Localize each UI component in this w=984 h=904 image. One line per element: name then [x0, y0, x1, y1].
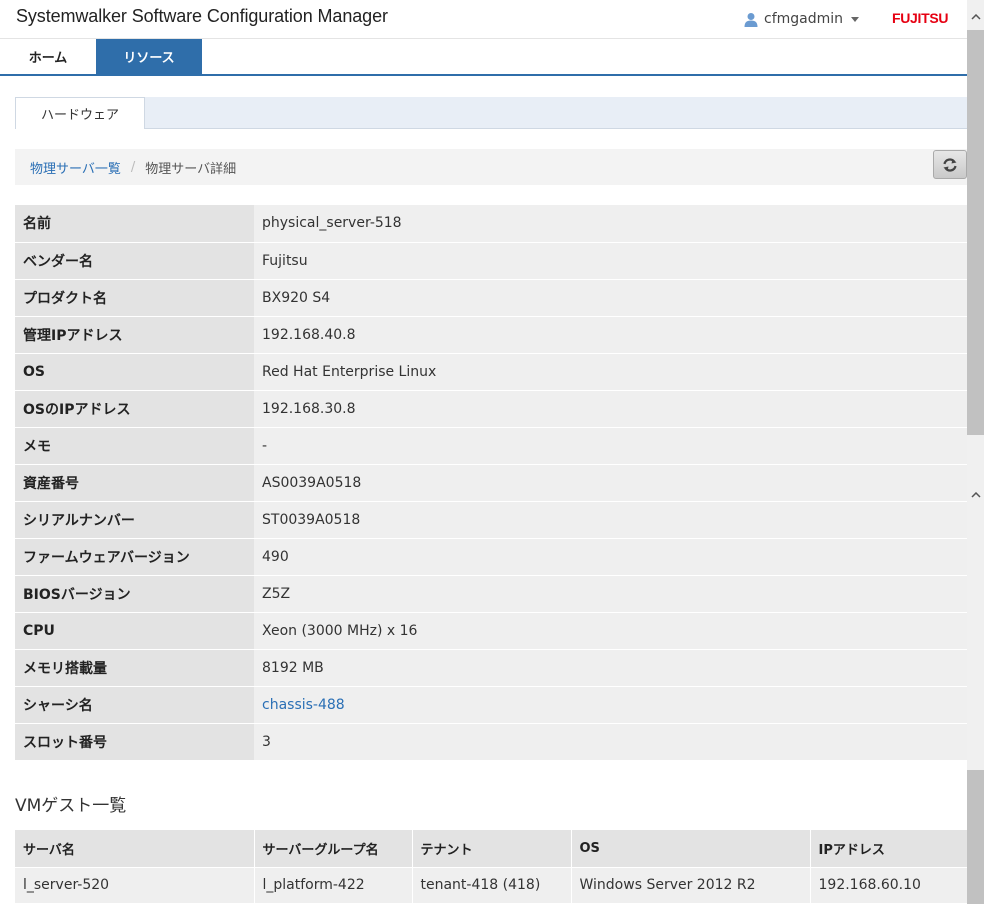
- detail-label: BIOSバージョン: [15, 575, 254, 613]
- detail-row: OS Red Hat Enterprise Linux: [15, 353, 967, 391]
- detail-label: シャーシ名: [15, 686, 254, 724]
- detail-value: -: [254, 427, 967, 465]
- detail-label: プロダクト名: [15, 279, 254, 317]
- fujitsu-logo: FUJITSU: [892, 10, 949, 26]
- vm-table-cell: l_server-520: [15, 866, 255, 903]
- detail-row: プロダクト名 BX920 S4: [15, 279, 967, 317]
- app-header: Systemwalker Software Configuration Mana…: [0, 0, 967, 39]
- scroll-up-button-inner[interactable]: [967, 487, 984, 503]
- detail-label: 管理IPアドレス: [15, 316, 254, 354]
- user-menu[interactable]: cfmgadmin: [744, 10, 865, 28]
- vm-table-header: サーバ名 サーバーグループ名 テナント OS IPアドレス: [15, 830, 968, 867]
- vm-table-cell: l_platform-422: [254, 866, 413, 903]
- detail-value: 3: [254, 723, 967, 761]
- server-detail-table: 名前 physical_server-518 ベンダー名 Fujitsu プロダクト名 B…: [15, 205, 967, 761]
- user-icon: [744, 12, 758, 27]
- detail-value: Red Hat Enterprise Linux: [254, 353, 967, 391]
- breadcrumb-separator: /: [130, 159, 136, 175]
- subtab-bar: ハードウェア: [15, 97, 967, 129]
- breadcrumb-physical-server-list[interactable]: 物理サーバ一覧: [30, 158, 121, 177]
- detail-row: メモリ搭載量 8192 MB: [15, 649, 967, 687]
- vm-table-cell: tenant-418 (418): [412, 866, 572, 903]
- detail-value: chassis-488: [254, 686, 967, 724]
- detail-label: ベンダー名: [15, 242, 254, 280]
- detail-label: 名前: [15, 205, 254, 243]
- caret-down-icon: [851, 16, 860, 22]
- detail-value: AS0039A0518: [254, 464, 967, 502]
- username: cfmgadmin: [764, 11, 844, 27]
- scrollbar-thumb[interactable]: [967, 30, 984, 435]
- detail-value: 192.168.30.8: [254, 390, 967, 428]
- detail-label: 資産番号: [15, 464, 254, 502]
- chassis-link[interactable]: chassis-488: [262, 697, 345, 713]
- detail-label: メモリ搭載量: [15, 649, 254, 687]
- detail-row: BIOSバージョン Z5Z: [15, 575, 967, 613]
- detail-row: 名前 physical_server-518: [15, 205, 967, 243]
- breadcrumb: 物理サーバ一覧 / 物理サーバ詳細: [15, 149, 967, 185]
- detail-row: シリアルナンバー ST0039A0518: [15, 501, 967, 539]
- detail-row: CPU Xeon (3000 MHz) x 16: [15, 612, 967, 650]
- tab-home[interactable]: ホーム: [0, 39, 96, 74]
- tab-hardware[interactable]: ハードウェア: [15, 97, 145, 129]
- vm-guest-table: サーバ名 サーバーグループ名 テナント OS IPアドレス l_server-520 l_…: [15, 830, 968, 903]
- refresh-icon: [943, 157, 957, 172]
- detail-value: Fujitsu: [254, 242, 967, 280]
- detail-value: physical_server-518: [254, 205, 967, 243]
- vm-column-header[interactable]: サーバーグループ名: [254, 830, 413, 867]
- page-root: Systemwalker Software Configuration Mana…: [0, 0, 984, 904]
- detail-label: メモ: [15, 427, 254, 465]
- detail-label: OS: [15, 353, 254, 391]
- detail-value: 192.168.40.8: [254, 316, 967, 354]
- detail-value: Xeon (3000 MHz) x 16: [254, 612, 967, 650]
- refresh-button[interactable]: [933, 150, 967, 179]
- chevron-up-icon: [970, 14, 981, 20]
- detail-label: シリアルナンバー: [15, 501, 254, 539]
- detail-value: BX920 S4: [254, 279, 967, 317]
- detail-row: 資産番号 AS0039A0518: [15, 464, 967, 502]
- detail-row: 管理IPアドレス 192.168.40.8: [15, 316, 967, 354]
- app-title: Systemwalker Software Configuration Mana…: [16, 6, 388, 26]
- vm-column-header[interactable]: テナント: [412, 830, 572, 867]
- detail-label: スロット番号: [15, 723, 254, 761]
- vm-column-header[interactable]: サーバ名: [15, 830, 255, 867]
- detail-value: 490: [254, 538, 967, 576]
- chevron-up-icon: [970, 492, 981, 498]
- detail-row: ファームウェアバージョン 490: [15, 538, 967, 576]
- detail-value: Z5Z: [254, 575, 967, 613]
- detail-label: CPU: [15, 612, 254, 650]
- scroll-up-button[interactable]: [967, 9, 984, 25]
- scrollbar-thumb-inner[interactable]: [967, 770, 984, 904]
- vm-column-header[interactable]: OS: [571, 830, 811, 867]
- detail-row: スロット番号 3: [15, 723, 967, 761]
- detail-label: OSのIPアドレス: [15, 390, 254, 428]
- detail-label: ファームウェアバージョン: [15, 538, 254, 576]
- detail-value: ST0039A0518: [254, 501, 967, 539]
- detail-row: メモ -: [15, 427, 967, 465]
- detail-row: シャーシ名 chassis-488: [15, 686, 967, 724]
- tab-resource[interactable]: リソース: [96, 39, 202, 74]
- vm-table-cell: Windows Server 2012 R2: [571, 866, 811, 903]
- breadcrumb-current: 物理サーバ詳細: [145, 161, 237, 177]
- vm-table-cell: 192.168.60.10: [810, 866, 968, 903]
- detail-row: ベンダー名 Fujitsu: [15, 242, 967, 280]
- detail-row: OSのIPアドレス 192.168.30.8: [15, 390, 967, 428]
- main-nav: ホーム リソース: [0, 39, 967, 76]
- detail-value: 8192 MB: [254, 649, 967, 687]
- vm-table-row[interactable]: l_server-520 l_platform-422 tenant-418 (41…: [15, 866, 968, 903]
- vm-guest-list-title: VMゲスト一覧: [15, 796, 127, 816]
- vm-column-header[interactable]: IPアドレス: [810, 830, 968, 867]
